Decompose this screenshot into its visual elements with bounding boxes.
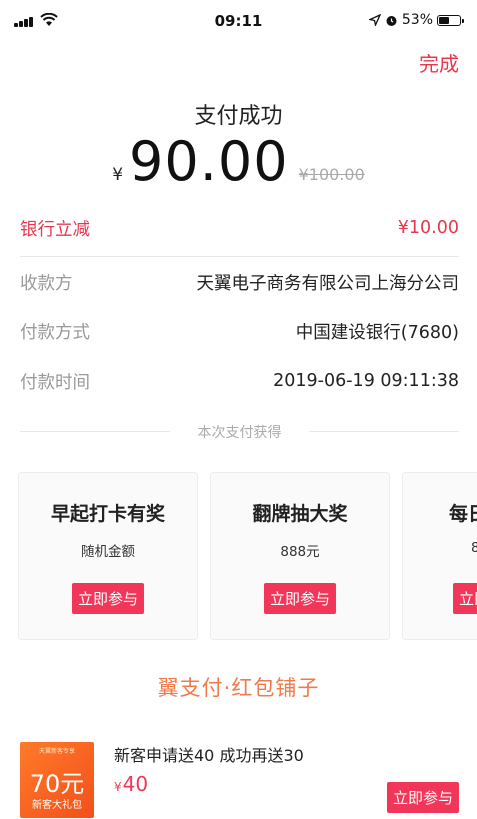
reward-card-title: 每日 — [449, 503, 477, 525]
payment-method-label: 付款方式 — [20, 322, 90, 343]
promo-price: ¥40 — [114, 772, 148, 796]
payee-label: 收款方 — [20, 273, 73, 294]
promo-price-value: 40 — [122, 772, 149, 796]
reward-card-subtitle: 随机金额 — [81, 544, 135, 560]
reward-card-title: 翻牌抽大奖 — [252, 503, 348, 525]
payment-time-row: 付款时间 2019-06-19 09:11:38 — [20, 367, 459, 395]
reward-cards: 早起打卡有奖 随机金额 立即参与 翻牌抽大奖 888元 立即参与 每日 8 立即 — [18, 472, 477, 642]
promo-title: 新客申请送40 成功再送30 — [114, 746, 304, 765]
discount-value: ¥10.00 — [397, 218, 459, 238]
done-button[interactable]: 完成 — [419, 48, 459, 77]
payment-method-row: 付款方式 中国建设银行(7680) — [20, 317, 459, 345]
payment-time-value: 2019-06-19 09:11:38 — [273, 371, 459, 391]
divider — [20, 256, 459, 257]
original-amount: ¥100.00 — [298, 165, 365, 184]
alarm-icon — [386, 15, 397, 26]
reward-card-title: 早起打卡有奖 — [50, 503, 165, 525]
currency-symbol: ¥ — [112, 165, 124, 185]
status-right: 53% — [368, 12, 464, 28]
promo-image: 天翼新客专享 70元 新客大礼包 — [20, 742, 94, 818]
promo-price-symbol: ¥ — [114, 780, 122, 794]
promo-image-big-text: 70元 — [29, 770, 85, 798]
reward-card[interactable]: 每日 8 立即 — [402, 472, 477, 640]
join-button[interactable]: 立即参与 — [71, 583, 145, 614]
discount-row: 银行立减 ¥10.00 — [20, 214, 459, 242]
reward-card-subtitle: 888元 — [280, 544, 320, 560]
rewards-divider: 本次支付获得 — [20, 422, 459, 442]
payee-row: 收款方 天翼电子商务有限公司上海分公司 — [20, 268, 459, 296]
status-bar: 09:11 53% — [0, 0, 477, 40]
paid-amount: 90.00 — [129, 130, 289, 193]
payment-method-value: 中国建设银行(7680) — [295, 322, 459, 343]
reward-card[interactable]: 翻牌抽大奖 888元 立即参与 — [210, 472, 390, 640]
promo-image-top-text: 天翼新客专享 — [38, 748, 75, 755]
join-button[interactable]: 立即参与 — [263, 583, 337, 614]
payment-success-title: 支付成功 — [194, 104, 283, 129]
promo-item[interactable]: 天翼新客专享 70元 新客大礼包 新客申请送40 成功再送30 ¥40 立即参与 — [20, 738, 459, 818]
payee-value: 天翼电子商务有限公司上海分公司 — [196, 273, 460, 294]
battery-icon — [437, 14, 464, 26]
reward-card[interactable]: 早起打卡有奖 随机金额 立即参与 — [18, 472, 198, 640]
join-button[interactable]: 立即参与 — [386, 782, 459, 813]
location-arrow-icon — [368, 14, 381, 26]
discount-label: 银行立减 — [20, 219, 90, 240]
reward-card-subtitle: 8 — [471, 540, 477, 556]
join-button[interactable]: 立即 — [453, 583, 477, 614]
promo-image-small-text: 新客大礼包 — [32, 800, 82, 811]
red-packet-shop-title: 翼支付·红包铺子 — [157, 676, 320, 700]
payment-time-label: 付款时间 — [20, 372, 90, 393]
battery-percent: 53% — [401, 12, 433, 28]
rewards-divider-text: 本次支付获得 — [197, 425, 282, 441]
amount-row: ¥90.00 ¥100.00 — [0, 130, 477, 193]
